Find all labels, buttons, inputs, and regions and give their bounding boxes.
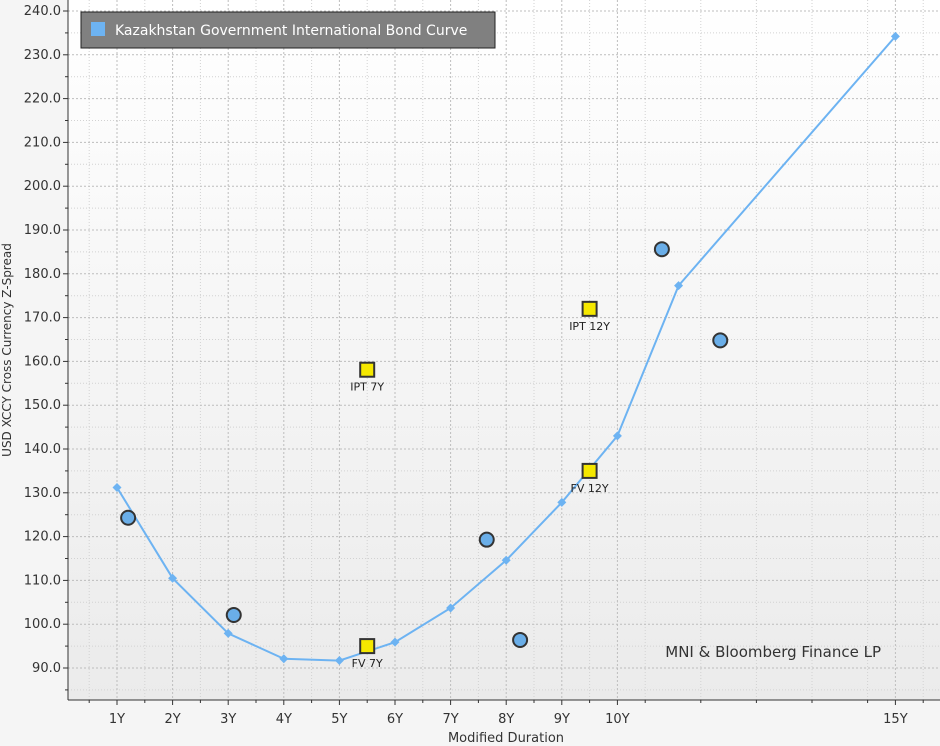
new-issue-point [581, 300, 598, 317]
x-tick-label: 1Y [109, 712, 125, 727]
legend: Kazakhstan Government International Bond… [80, 11, 496, 49]
y-tick-label: 120.0 [24, 530, 61, 545]
chart: 90.0 100.0 110.0 120.0 130.0 140.0 150.0 160.0 1… [0, 0, 940, 746]
y-tick-label: 140.0 [24, 442, 61, 457]
legend-swatch [91, 22, 105, 36]
new-issue-label: IPT 7Y [350, 381, 384, 394]
x-tick-label: 10Y [605, 712, 630, 727]
x-tick-label: 4Y [276, 712, 292, 727]
new-issue-point [359, 361, 376, 378]
bond-point [653, 241, 670, 258]
x-axis-label: Modified Duration [448, 731, 564, 746]
bond-point [512, 631, 529, 648]
bond-point [478, 531, 495, 548]
y-tick-label: 210.0 [24, 135, 61, 150]
new-issue-label: IPT 12Y [569, 320, 610, 333]
x-tick-label: 6Y [387, 712, 403, 727]
new-issue-label: FV 12Y [571, 482, 609, 495]
x-tick-label: 7Y [442, 712, 458, 727]
legend-label: Kazakhstan Government International Bond… [115, 23, 467, 39]
y-tick-label: 160.0 [24, 354, 61, 369]
y-tick-label: 170.0 [24, 311, 61, 326]
new-issue-point [581, 462, 598, 479]
y-tick-label: 150.0 [24, 398, 61, 413]
y-tick-label: 190.0 [24, 223, 61, 238]
new-issue-point [359, 638, 376, 655]
new-issue-label: FV 7Y [352, 657, 383, 670]
y-tick-label: 110.0 [24, 573, 61, 588]
y-tick-label: 100.0 [24, 617, 61, 632]
source-annotation: MNI & Bloomberg Finance LP [665, 643, 881, 661]
bond-point [225, 607, 242, 624]
x-tick-label: 8Y [498, 712, 514, 727]
y-tick-label: 230.0 [24, 48, 61, 63]
bond-point [120, 509, 137, 526]
y-tick-label: 220.0 [24, 92, 61, 107]
x-ticks: 1Y 2Y 3Y 4Y 5Y 6Y 7Y 8Y 9Y 10Y 15Y [88, 700, 924, 727]
y-tick-label: 130.0 [24, 486, 61, 501]
y-ticks: 90.0 100.0 110.0 120.0 130.0 140.0 150.0 160.0 1… [24, 4, 68, 691]
y-tick-label: 90.0 [32, 661, 61, 676]
x-tick-label: 3Y [220, 712, 236, 727]
bond-point [712, 332, 729, 349]
x-tick-label: 9Y [554, 712, 570, 727]
x-tick-label: 5Y [331, 712, 347, 727]
plot-background [68, 0, 940, 700]
x-tick-label: 15Y [883, 712, 908, 727]
y-tick-label: 240.0 [24, 4, 61, 19]
y-tick-label: 180.0 [24, 267, 61, 282]
y-axis-label: USD XCCY Cross Currency Z-Spread [0, 243, 14, 457]
x-tick-label: 2Y [164, 712, 180, 727]
y-tick-label: 200.0 [24, 179, 61, 194]
